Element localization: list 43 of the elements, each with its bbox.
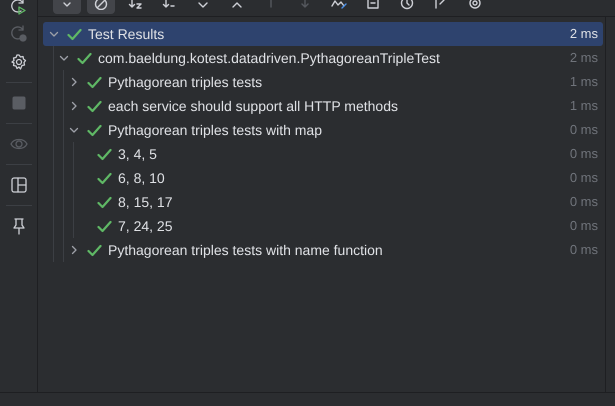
chevron-icon[interactable] [59,53,69,63]
tree-row[interactable]: 7, 24, 25 0 ms [43,214,603,238]
layout-icon[interactable] [10,176,28,194]
test-duration: 0 ms [570,121,598,140]
tree-row[interactable]: 8, 15, 17 0 ms [43,190,603,214]
test-duration: 2 ms [570,25,598,44]
tree-row[interactable]: com.baeldung.kotest.datadriven.PythagoreanTripleTest 2 ms [43,46,603,70]
test-duration: 0 ms [570,217,598,236]
test-duration: 0 ms [570,193,598,212]
chevron-icon[interactable] [69,125,79,135]
test-duration: 1 ms [570,97,598,116]
test-name: Pythagorean triples tests [108,72,262,92]
test-name: 8, 15, 17 [118,192,172,212]
sort-icon[interactable] [127,0,143,10]
tree-row[interactable]: each service should support all HTTP methods 1 ms [43,94,603,118]
test-name: Pythagorean triples tests with map [108,120,322,140]
chevron-icon[interactable] [69,245,79,255]
selected-tree-row[interactable]: Test Results 2 ms [43,22,603,46]
test-name: each service should support all HTTP methods [108,96,398,116]
chart-icon[interactable] [331,0,347,10]
tree-row[interactable]: Pythagorean triples tests with map 0 ms [43,118,603,142]
test-name: 3, 4, 5 [118,144,157,164]
test-duration: 0 ms [570,241,598,260]
test-name: 7, 24, 25 [118,216,172,236]
chevron-icon[interactable] [69,77,79,87]
test-duration: 0 ms [570,169,598,188]
test-name: com.baeldung.kotest.datadriven.PythagoreanTripleTest [98,48,440,68]
test-duration: 2 ms [570,49,598,68]
tree-row[interactable]: Pythagorean triples tests 1 ms [43,70,603,94]
test-name: Test Results [88,24,164,44]
tree-row[interactable]: 3, 4, 5 0 ms [43,142,603,166]
clock-icon[interactable] [399,0,415,10]
tree-row[interactable]: 6, 8, 10 0 ms [43,166,603,190]
chevron-icon[interactable] [69,101,79,111]
chevron-icon[interactable] [49,29,59,39]
rerun-icon[interactable] [10,0,28,16]
test-duration: 1 ms [570,73,598,92]
test-name: 6, 8, 10 [118,168,165,188]
test-name: Pythagorean triples tests with name function [108,240,383,260]
document-icon[interactable] [365,0,381,10]
tree-row[interactable]: Pythagorean triples tests with name function 0 ms [43,238,603,262]
test-duration: 0 ms [570,145,598,164]
sort-icon[interactable] [161,0,177,10]
